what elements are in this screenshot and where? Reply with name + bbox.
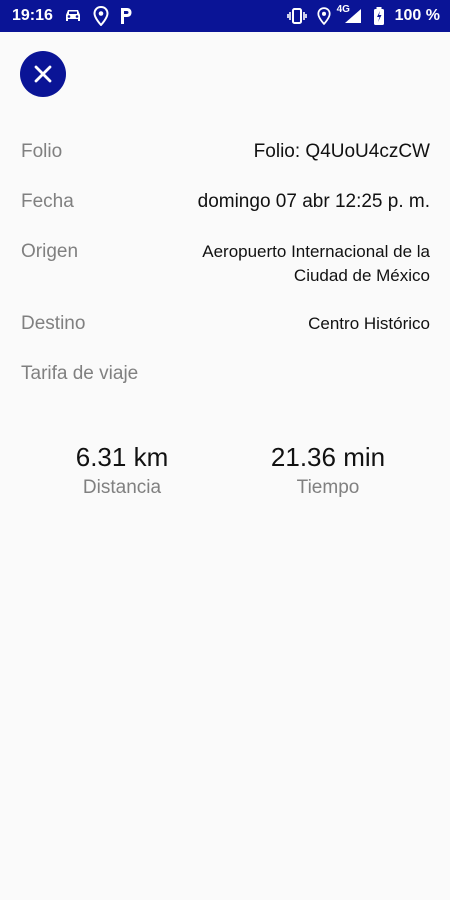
close-button[interactable] [20, 51, 66, 97]
origen-value: Aeropuerto Internacional de la Ciudad de… [202, 242, 430, 285]
battery-percentage: 100 % [394, 7, 440, 24]
car-icon [63, 8, 83, 24]
parking-icon [119, 7, 133, 25]
time-value: 21.36 min [270, 442, 386, 472]
detail-row-origen: Origen Aeropuerto Internacional de la Ci… [0, 240, 450, 288]
destino-label: Destino [21, 313, 86, 334]
location-pin-icon [93, 6, 109, 26]
destino-value: Centro Histórico [308, 314, 430, 333]
tarifa-label: Tarifa de viaje [21, 363, 139, 384]
battery-icon [373, 7, 385, 25]
time-label: Tiempo [296, 477, 360, 498]
status-bar: 19:16 4G 100 % [0, 0, 450, 32]
detail-row-fecha: Fecha domingo 07 abr 12:25 p. m. [0, 190, 450, 214]
close-icon [34, 65, 52, 83]
fecha-label: Fecha [21, 191, 74, 212]
detail-row-tarifa: Tarifa de viaje [0, 362, 450, 386]
location-icon [317, 7, 331, 25]
distance-value: 6.31 km [75, 442, 169, 472]
time-stat: 21.36 min Tiempo [238, 440, 418, 502]
origen-label: Origen [21, 241, 79, 262]
detail-row-destino: Destino Centro Histórico [0, 312, 450, 336]
distance-stat: 6.31 km Distancia [32, 440, 212, 502]
detail-row-folio: Folio Folio: Q4UoU4czCW [0, 140, 450, 164]
vibrate-icon [286, 8, 307, 24]
signal-icon: 4G [337, 4, 363, 24]
status-time: 19:16 [12, 7, 53, 24]
folio-value: Folio: Q4UoU4czCW [253, 141, 430, 162]
folio-label: Folio [21, 141, 63, 162]
distance-label: Distancia [82, 477, 162, 498]
network-type-label: 4G [336, 4, 350, 15]
fecha-value: domingo 07 abr 12:25 p. m. [197, 191, 430, 212]
